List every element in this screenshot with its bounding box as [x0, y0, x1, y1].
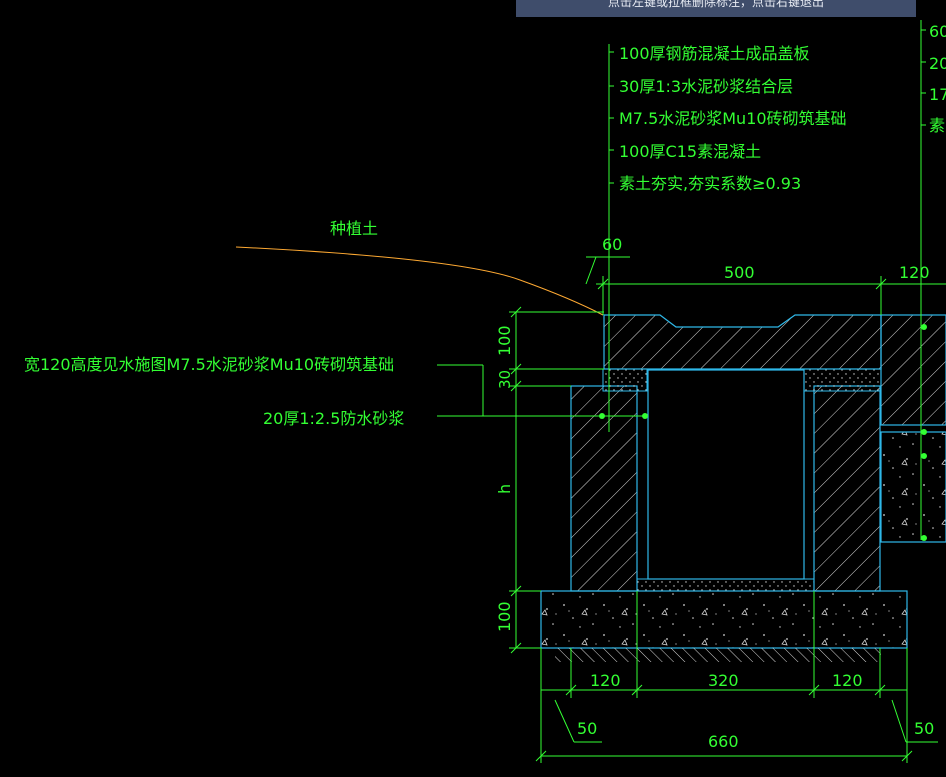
- label-layer5: 素土夯实,夯实系数≥0.93: [619, 174, 801, 193]
- dim-100-base: 100: [495, 601, 514, 632]
- drawing-canvas[interactable]: 100厚钢筋混凝土成品盖板 30厚1:3水泥砂浆结合层 M7.5水泥砂浆Mu10…: [0, 0, 946, 777]
- label-layer2: 30厚1:3水泥砂浆结合层: [619, 77, 793, 96]
- dim-60: 60: [602, 235, 622, 254]
- dim-660: 660: [708, 732, 739, 751]
- planting-soil-line: [235, 246, 604, 316]
- label-right-4: 素: [929, 116, 945, 135]
- cover-slab: [603, 314, 882, 370]
- label-layer1: 100厚钢筋混凝土成品盖板: [619, 44, 810, 63]
- dim-120-a: 120: [590, 671, 621, 690]
- label-mortar-note: 20厚1:2.5防水砂浆: [263, 409, 404, 428]
- label-layer3: M7.5水泥砂浆Mu10砖砌筑基础: [619, 109, 847, 128]
- dim-50-b: 50: [914, 719, 934, 738]
- dim-120-top: 120: [899, 263, 930, 282]
- label-layer4: 100厚C15素混凝土: [619, 142, 761, 161]
- channel-inner: [647, 369, 805, 580]
- mortar-layer-left: [602, 368, 648, 392]
- label-right-3: 17: [929, 85, 946, 104]
- dim-500: 500: [724, 263, 755, 282]
- label-wall-note: 宽120高度见水施图M7.5水泥砂浆Mu10砖砌筑基础: [24, 355, 394, 374]
- dim-120-b: 120: [832, 671, 863, 690]
- adjacent-fill: [880, 431, 946, 543]
- label-right-1: 60: [929, 22, 946, 41]
- right-brick-wall: [813, 385, 881, 592]
- dim-100-left: 100: [495, 325, 514, 356]
- compacted-soil: [555, 648, 881, 662]
- dim-320: 320: [708, 671, 739, 690]
- dim-50-a: 50: [577, 719, 597, 738]
- dim-30-left: 30: [496, 370, 514, 389]
- concrete-base: [540, 590, 908, 649]
- adjacent-slab: [880, 314, 946, 426]
- dim-h: h: [495, 484, 514, 494]
- label-right-2: 20: [929, 54, 946, 73]
- label-planting-soil: 种植土: [330, 219, 378, 238]
- mortar-layer-right: [802, 368, 882, 392]
